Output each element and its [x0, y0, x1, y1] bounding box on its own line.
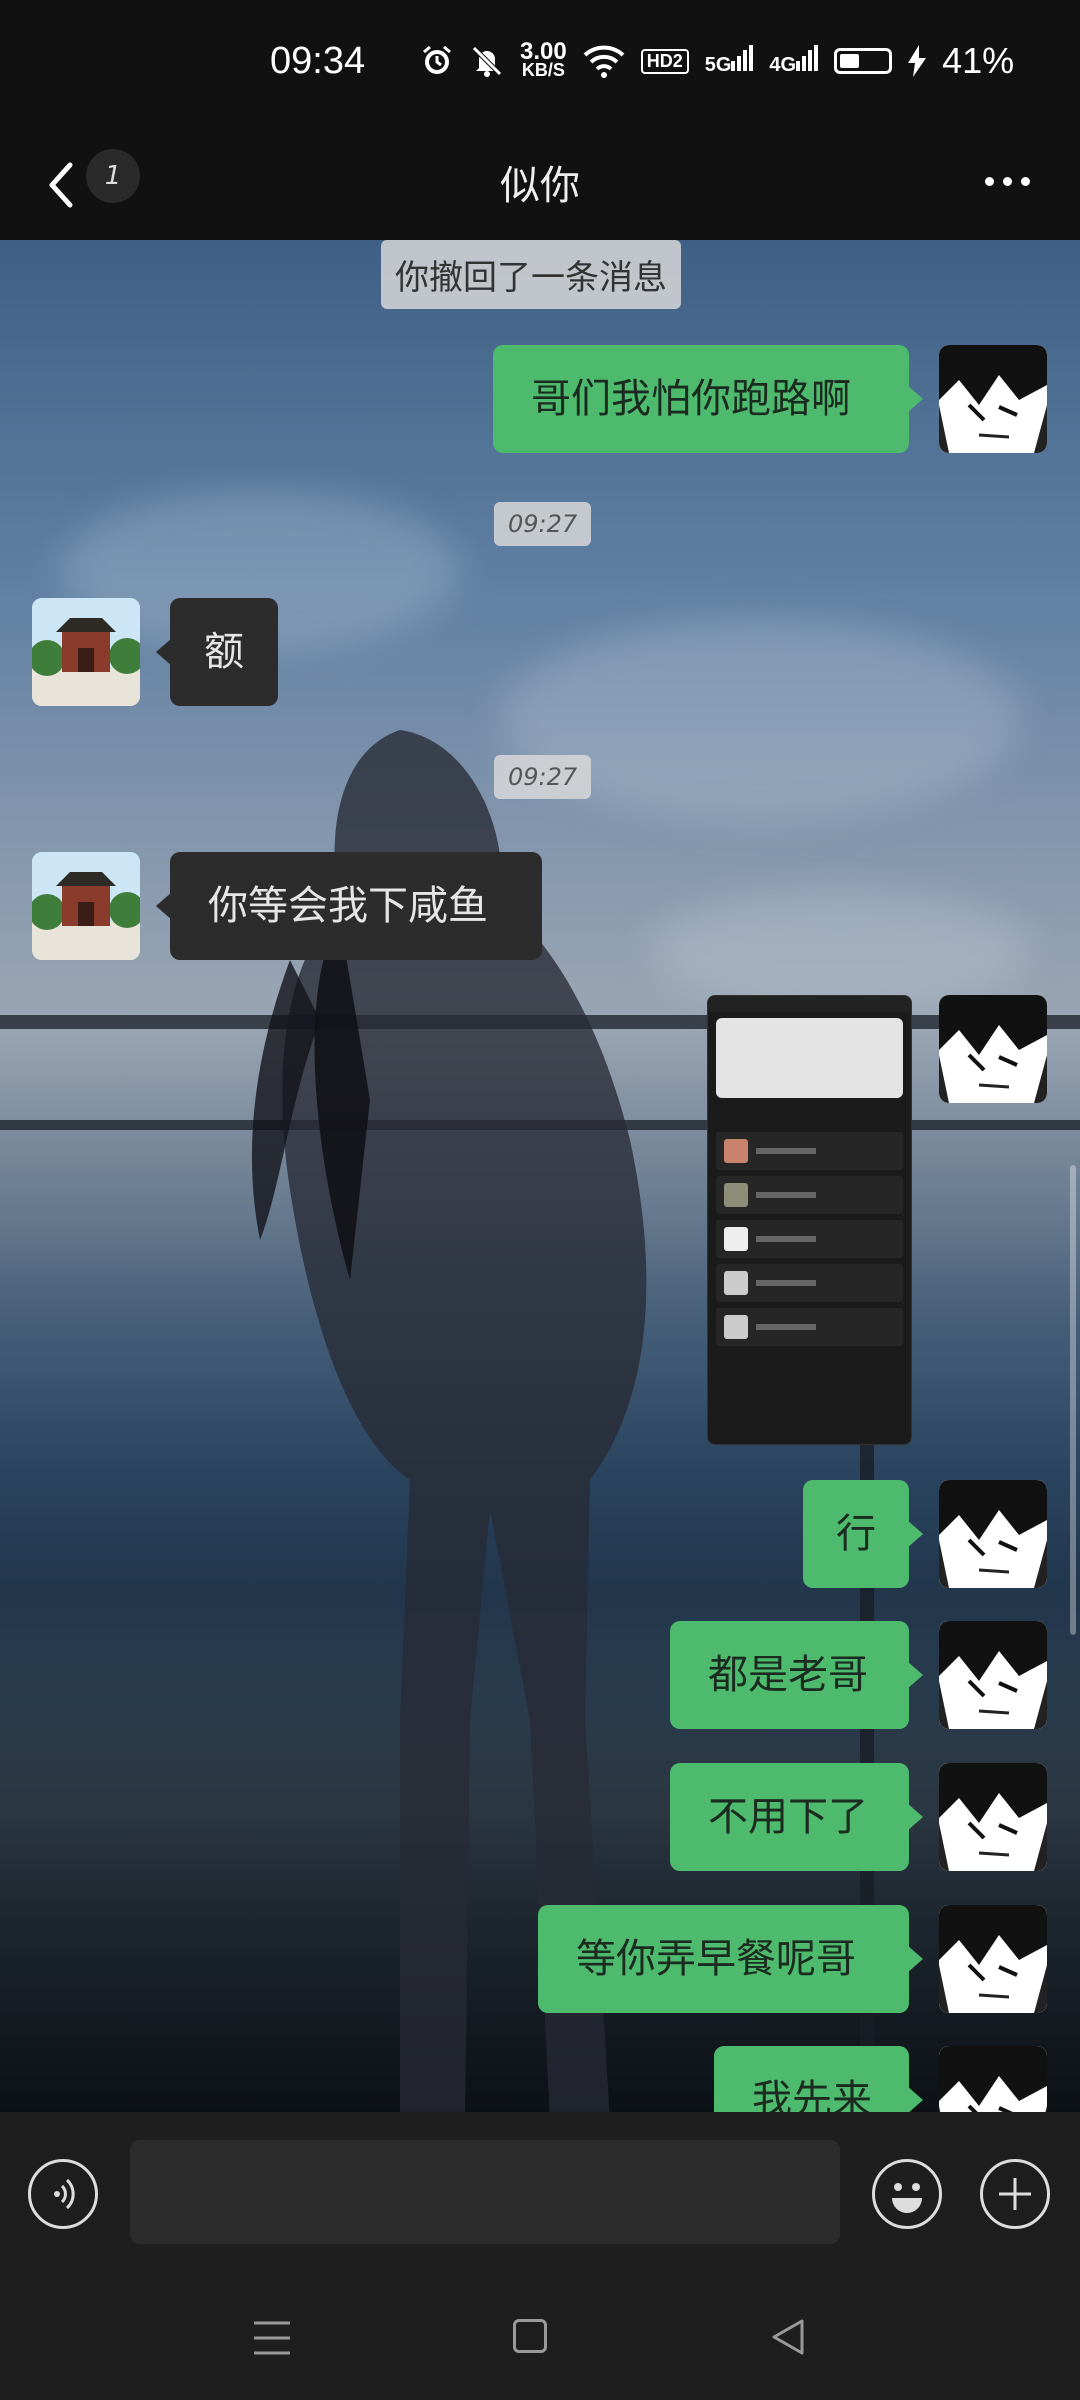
more-icon[interactable]	[985, 177, 1030, 186]
charging-icon	[908, 45, 927, 77]
clock: 09:34	[270, 40, 366, 82]
net-speed-unit: KB/S	[521, 60, 565, 80]
chat-scrollbar[interactable]	[1070, 1165, 1076, 1635]
input-bar	[0, 2112, 1080, 2277]
message-bubble[interactable]: 你等会我下咸鱼	[156, 852, 542, 960]
menu-icon[interactable]	[252, 2319, 292, 2357]
signal-icon	[731, 45, 754, 71]
signal-4g-label: 4G	[769, 54, 797, 76]
net-speed: 3.00 KB/S	[520, 38, 567, 80]
message-bubble[interactable]: 我先来	[714, 2046, 923, 2112]
hd-badge: HD2	[640, 48, 689, 74]
battery-percent: 41%	[942, 40, 1015, 81]
signal-icon	[796, 45, 819, 71]
my-avatar[interactable]	[939, 1763, 1047, 1871]
system-nav-bar	[0, 2277, 1080, 2400]
signal-5g-label: 5G	[704, 54, 732, 76]
signal-5g: 5G	[705, 45, 754, 77]
signal-4g: 4G	[769, 45, 819, 77]
my-avatar[interactable]	[939, 995, 1047, 1103]
plus-button[interactable]	[980, 2159, 1050, 2229]
plus-icon	[999, 2178, 1031, 2210]
home-icon[interactable]	[513, 2319, 547, 2353]
battery-icon	[834, 48, 893, 74]
voice-icon	[54, 2178, 75, 2210]
status-bar: 09:34 3.00 KB/S HD2 5G 4G 41%	[0, 0, 1080, 135]
message-bubble[interactable]: 都是老哥	[670, 1621, 923, 1729]
contact-avatar[interactable]	[32, 598, 140, 706]
message-bubble[interactable]: 行	[803, 1480, 923, 1588]
message-bubble[interactable]: 不用下了	[670, 1763, 923, 1871]
chat-title: 似你	[500, 163, 580, 209]
screenshot-image-message[interactable]	[707, 995, 912, 1445]
my-avatar[interactable]	[939, 345, 1047, 453]
emoji-icon	[892, 2183, 922, 2213]
net-speed-value: 3.00	[520, 38, 567, 65]
contact-avatar[interactable]	[32, 852, 140, 960]
timestamp: 09:27	[494, 755, 592, 799]
my-avatar[interactable]	[939, 1905, 1047, 2013]
my-avatar[interactable]	[939, 1480, 1047, 1588]
status-icons: 3.00 KB/S HD2 5G 4G 41%	[420, 40, 1014, 82]
back-triangle-icon[interactable]	[768, 2317, 808, 2357]
chat-header: 1 似你	[0, 135, 1080, 240]
wallpaper-cloud	[650, 890, 1030, 1010]
message-bubble[interactable]: 等你弄早餐呢哥	[538, 1905, 923, 2013]
message-bubble[interactable]: 哥们我怕你跑路啊	[493, 345, 923, 453]
alarm-icon	[423, 45, 451, 74]
my-avatar[interactable]	[939, 1621, 1047, 1729]
wifi-icon	[583, 45, 625, 78]
emoji-button[interactable]	[872, 2159, 942, 2229]
recalled-notice: 你撤回了一条消息	[381, 240, 681, 309]
message-bubble[interactable]: 额	[156, 598, 278, 706]
my-avatar[interactable]	[939, 2046, 1047, 2112]
chat-area[interactable]: 你撤回了一条消息 哥们我怕你跑路啊 09:27 额 09:27 你等会我下咸鱼 …	[0, 240, 1080, 2112]
message-input[interactable]	[130, 2140, 840, 2244]
voice-button[interactable]	[28, 2159, 98, 2229]
mute-icon	[472, 46, 502, 77]
timestamp: 09:27	[494, 502, 592, 546]
